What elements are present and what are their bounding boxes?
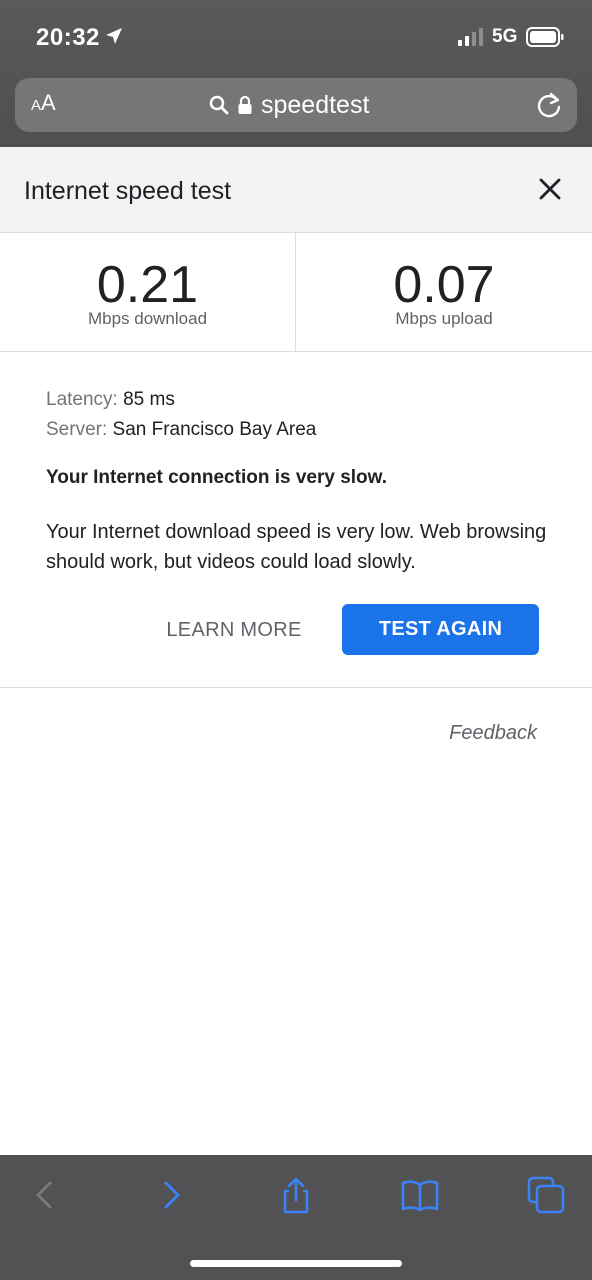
connection-explanation: Your Internet download speed is very low… <box>46 521 547 573</box>
url-display[interactable]: speedtest <box>209 88 369 122</box>
address-bar[interactable]: AA speedtest <box>15 78 577 132</box>
status-bar: 20:32 5G <box>0 0 592 74</box>
text-size-big-a: A <box>41 90 56 115</box>
lock-icon <box>238 95 252 114</box>
test-details: Latency: 85 ms Server: San Francisco Bay… <box>46 385 566 445</box>
download-value: 0.21 <box>96 256 199 314</box>
upload-label: Mbps upload <box>395 309 493 328</box>
upload-result: 0.07 Mbps upload <box>296 233 592 352</box>
speed-results: 0.21 Mbps download 0.07 Mbps upload <box>0 233 592 352</box>
download-label: Mbps download <box>87 309 208 328</box>
browser-top-chrome: 20:32 5G AA speedtest <box>0 0 592 147</box>
latency-value: 85 ms <box>123 389 175 410</box>
battery-icon <box>526 27 564 47</box>
location-arrow-icon <box>106 28 122 44</box>
text-size-small-a: A <box>31 97 42 114</box>
reload-icon[interactable] <box>535 91 563 119</box>
back-icon[interactable] <box>24 1175 64 1215</box>
search-icon <box>209 95 229 115</box>
learn-more-button[interactable]: LEARN MORE <box>150 604 318 656</box>
close-icon[interactable] <box>534 173 566 205</box>
server-label: Server: <box>46 419 108 440</box>
download-result: 0.21 Mbps download <box>0 233 296 352</box>
latency-label: Latency: <box>46 389 118 410</box>
connection-verdict: Your Internet connection is very slow. <box>46 467 388 488</box>
home-indicator[interactable] <box>190 1260 402 1267</box>
text-size-button[interactable]: AA <box>31 90 67 120</box>
feedback-link[interactable]: Feedback <box>449 722 537 745</box>
server-line: Server: San Francisco Bay Area <box>46 415 566 445</box>
forward-icon[interactable] <box>152 1175 192 1215</box>
status-time: 20:32 <box>36 24 100 51</box>
divider <box>0 687 592 688</box>
bookmarks-icon[interactable] <box>400 1175 440 1215</box>
url-text: speedtest <box>261 90 370 119</box>
test-again-button[interactable]: TEST AGAIN <box>342 604 539 655</box>
signal-bars-icon <box>458 28 483 46</box>
server-value: San Francisco Bay Area <box>112 419 317 440</box>
tabs-icon[interactable] <box>526 1175 566 1215</box>
share-icon[interactable] <box>276 1175 316 1215</box>
speed-test-header: Internet speed test <box>0 147 592 233</box>
upload-value: 0.07 <box>393 256 495 314</box>
latency-line: Latency: 85 ms <box>46 385 566 415</box>
speed-test-title: Internet speed test <box>24 177 232 205</box>
network-type: 5G <box>492 26 518 47</box>
